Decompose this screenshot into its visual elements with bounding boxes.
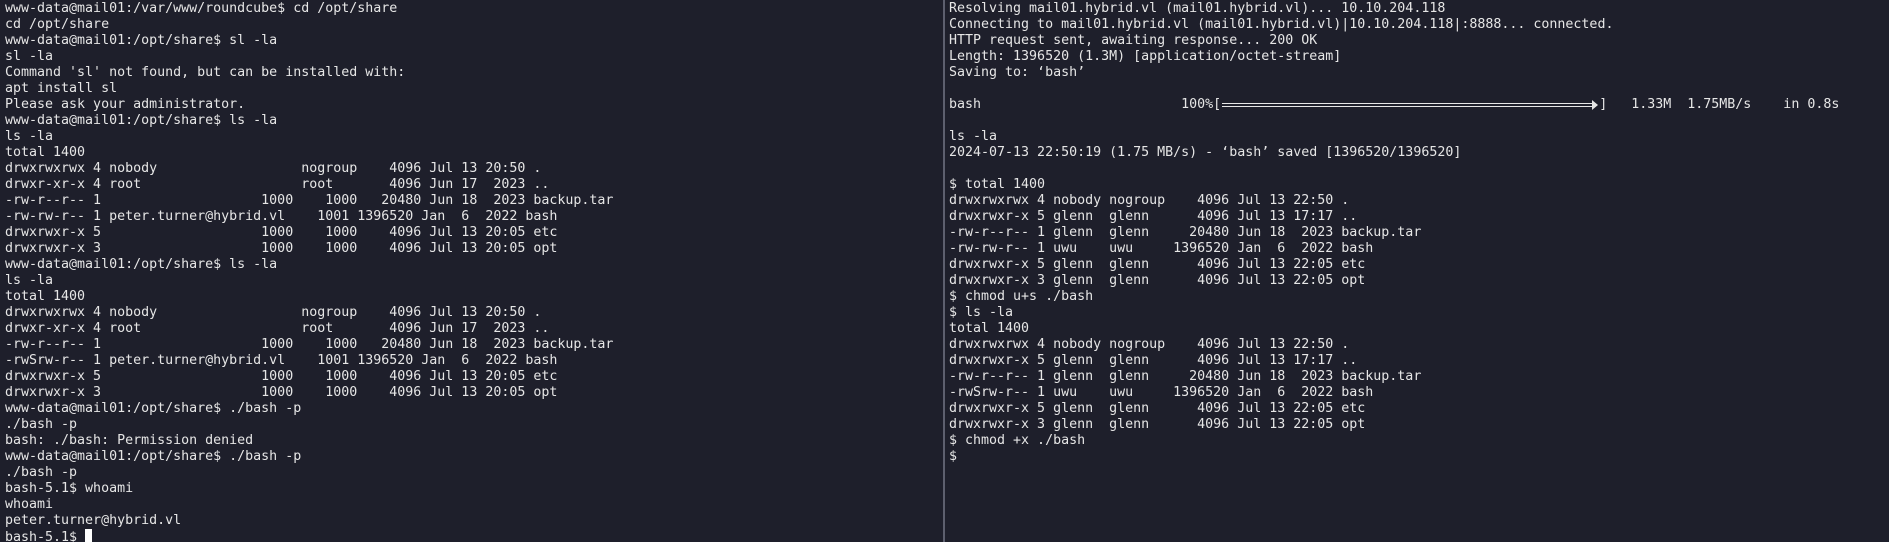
terminal-line: bash: ./bash: Permission denied [5, 433, 254, 448]
terminal-line: peter.turner@hybrid.vl [5, 513, 182, 528]
progress-arrow-icon [1592, 100, 1599, 110]
terminal-line: $ ls -la [949, 305, 1014, 320]
terminal-line: drwxrwxrwx 4 nobody nogroup 4096 Jul 13 … [5, 305, 542, 320]
terminal-line: -rwSrw-r-- 1 uwu uwu 1396520 Jan 6 2022 … [949, 385, 1374, 400]
terminal-line: ls -la [949, 129, 998, 144]
terminal-line: -rw-r--r-- 1 glenn glenn 20480 Jun 18 20… [949, 369, 1422, 384]
terminal-line: -rw-r--r-- 1 1000 1000 20480 Jun 18 2023… [5, 337, 614, 352]
terminal-line: drwxrwxrwx 4 nobody nogroup 4096 Jul 13 … [949, 193, 1350, 208]
terminal-line: drwxrwxrwx 4 nobody nogroup 4096 Jul 13 … [5, 161, 542, 176]
terminal-line: 2024-07-13 22:50:19 (1.75 MB/s) - ‘bash’… [949, 145, 1462, 160]
terminal-line: drwxrwxrwx 4 nobody nogroup 4096 Jul 13 … [949, 337, 1350, 352]
terminal-line: drwxrwxr-x 5 glenn glenn 4096 Jul 13 17:… [949, 353, 1358, 368]
terminal-line: drwxr-xr-x 4 root root 4096 Jun 17 2023 … [5, 321, 550, 336]
terminal-line: total 1400 [5, 145, 86, 160]
terminal-line: -rw-rw-r-- 1 uwu uwu 1396520 Jan 6 2022 … [949, 241, 1374, 256]
terminal-line: www-data@mail01:/var/www/roundcube$ cd /… [5, 1, 398, 16]
shell-prompt: bash-5.1$ [5, 530, 86, 542]
terminal-line: drwxrwxr-x 5 1000 1000 4096 Jul 13 20:05… [5, 225, 558, 240]
terminal-line: Command 'sl' not found, but can be insta… [5, 65, 406, 80]
terminal-line: drwxrwxr-x 3 glenn glenn 4096 Jul 13 22:… [949, 273, 1366, 288]
terminal-line: apt install sl [5, 81, 118, 96]
terminal-line: drwxrwxr-x 3 1000 1000 4096 Jul 13 20:05… [5, 241, 558, 256]
right-terminal-pane[interactable]: Resolving mail01.hybrid.vl (mail01.hybri… [945, 0, 1889, 542]
terminal-window: www-data@mail01:/var/www/roundcube$ cd /… [0, 0, 1889, 542]
download-progress-row: bash 100%[ ] 1.33M 1.75MB/s in 0.8s [949, 97, 1889, 113]
terminal-line: sl -la [5, 49, 54, 64]
terminal-line: $ total 1400 [949, 177, 1046, 192]
terminal-line: drwxrwxr-x 5 glenn glenn 4096 Jul 13 17:… [949, 209, 1358, 224]
terminal-line: www-data@mail01:/opt/share$ ls -la [5, 113, 278, 128]
terminal-line: $ chmod +x ./bash [949, 433, 1086, 448]
terminal-line: $ chmod u+s ./bash [949, 289, 1094, 304]
progress-filename: bash 100%[ [949, 97, 1222, 112]
terminal-line: ./bash -p [5, 417, 78, 432]
progress-bar [1222, 99, 1599, 111]
terminal-line: drwxrwxr-x 3 1000 1000 4096 Jul 13 20:05… [5, 385, 558, 400]
terminal-line: total 1400 [949, 321, 1030, 336]
terminal-line: ./bash -p [5, 465, 78, 480]
terminal-line: Connecting to mail01.hybrid.vl (mail01.h… [949, 17, 1614, 32]
terminal-line: drwxr-xr-x 4 root root 4096 Jun 17 2023 … [5, 177, 550, 192]
terminal-line: -rw-r--r-- 1 glenn glenn 20480 Jun 18 20… [949, 225, 1422, 240]
terminal-line: cd /opt/share [5, 17, 110, 32]
left-terminal-pane[interactable]: www-data@mail01:/var/www/roundcube$ cd /… [0, 0, 943, 542]
progress-bar-fill [1222, 103, 1593, 107]
terminal-line: www-data@mail01:/opt/share$ ./bash -p [5, 401, 302, 416]
terminal-line: whoami [5, 497, 54, 512]
terminal-line: -rw-r--r-- 1 1000 1000 20480 Jun 18 2023… [5, 193, 614, 208]
terminal-line: www-data@mail01:/opt/share$ ls -la [5, 257, 278, 272]
terminal-line: -rwSrw-r-- 1 peter.turner@hybrid.vl 1001… [5, 353, 558, 368]
terminal-line: bash-5.1$ whoami [5, 481, 134, 496]
terminal-line: www-data@mail01:/opt/share$ ./bash -p [5, 449, 302, 464]
terminal-line: HTTP request sent, awaiting response... … [949, 33, 1318, 48]
terminal-line: Resolving mail01.hybrid.vl (mail01.hybri… [949, 1, 1446, 16]
terminal-line: ls -la [5, 129, 54, 144]
progress-stats: ] 1.33M 1.75MB/s in 0.8s [1599, 97, 1840, 112]
terminal-line: drwxrwxr-x 5 glenn glenn 4096 Jul 13 22:… [949, 401, 1366, 416]
terminal-line: Saving to: ‘bash’ [949, 65, 1086, 80]
terminal-line: $ [949, 449, 958, 464]
terminal-line: ls -la [5, 273, 54, 288]
text-cursor [85, 529, 93, 542]
terminal-line: drwxrwxr-x 5 1000 1000 4096 Jul 13 20:05… [5, 369, 558, 384]
terminal-line: drwxrwxr-x 3 glenn glenn 4096 Jul 13 22:… [949, 417, 1366, 432]
terminal-line: -rw-rw-r-- 1 peter.turner@hybrid.vl 1001… [5, 209, 558, 224]
terminal-line: Length: 1396520 (1.3M) [application/octe… [949, 49, 1342, 64]
active-prompt-line[interactable]: bash-5.1$ [5, 529, 943, 542]
terminal-line: total 1400 [5, 289, 86, 304]
terminal-line: drwxrwxr-x 5 glenn glenn 4096 Jul 13 22:… [949, 257, 1366, 272]
terminal-line: www-data@mail01:/opt/share$ sl -la [5, 33, 278, 48]
terminal-line: Please ask your administrator. [5, 97, 246, 112]
